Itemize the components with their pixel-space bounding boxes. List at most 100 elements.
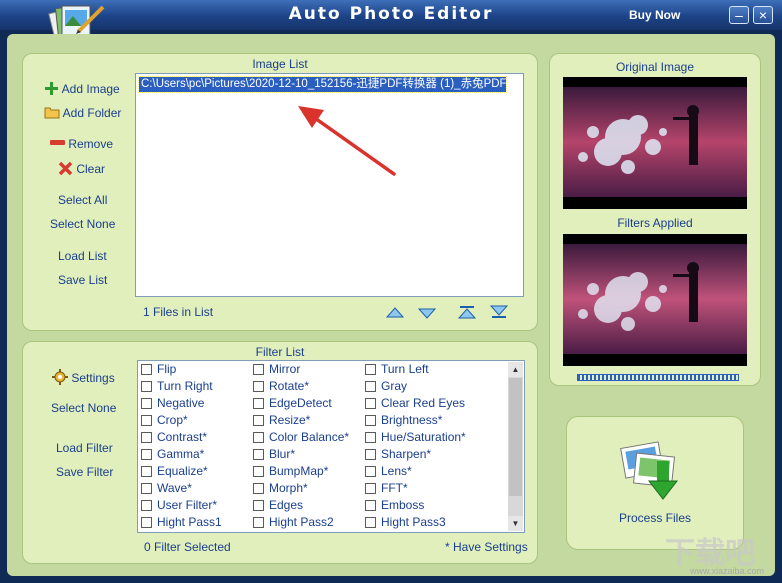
settings-label: Settings xyxy=(71,371,115,385)
checkbox[interactable] xyxy=(253,398,264,409)
filter-checkbox-item[interactable]: Wave* xyxy=(141,481,192,498)
save-filter-button[interactable]: Save Filter xyxy=(56,465,113,479)
checkbox[interactable] xyxy=(365,449,376,460)
checkbox[interactable] xyxy=(141,449,152,460)
scroll-up-icon[interactable]: ▲ xyxy=(508,362,523,377)
filter-checkbox-item[interactable]: Gray xyxy=(365,379,407,396)
checkbox[interactable] xyxy=(253,449,264,460)
checkbox[interactable] xyxy=(365,415,376,426)
checkbox[interactable] xyxy=(141,432,152,443)
filter-checkbox-item[interactable]: Equalize* xyxy=(141,464,208,481)
add-folder-button[interactable]: Add Folder xyxy=(44,105,121,120)
filter-scrollbar[interactable]: ▲ ▼ xyxy=(508,362,523,531)
move-down-icon[interactable] xyxy=(418,306,436,320)
select-all-button[interactable]: Select All xyxy=(58,193,107,207)
filter-checkbox-item[interactable]: Turn Left xyxy=(365,362,429,379)
checkbox[interactable] xyxy=(253,517,264,528)
scroll-thumb[interactable] xyxy=(509,378,522,496)
remove-button[interactable]: Remove xyxy=(50,137,113,151)
filter-checkbox-item[interactable]: Brightness* xyxy=(365,413,442,430)
filter-checkbox-item[interactable]: Lens* xyxy=(365,464,412,481)
filter-checkbox-item[interactable]: Clear Red Eyes xyxy=(365,396,465,413)
filter-select-none-button[interactable]: Select None xyxy=(51,401,116,415)
filter-label: Contrast* xyxy=(157,430,208,444)
checkbox[interactable] xyxy=(141,466,152,477)
checkbox[interactable] xyxy=(141,415,152,426)
filter-checkbox-item[interactable]: Resize* xyxy=(253,413,310,430)
checkbox[interactable] xyxy=(253,466,264,477)
checkbox[interactable] xyxy=(253,500,264,511)
filter-checkbox-item[interactable]: Mirror xyxy=(253,362,300,379)
minimize-button[interactable]: – xyxy=(729,6,749,24)
list-item[interactable]: C:\Users\pc\Pictures\2020-12-10_152156-迅… xyxy=(138,76,507,93)
filter-checkbox-item[interactable]: Edges xyxy=(253,498,303,515)
checkbox[interactable] xyxy=(141,500,152,511)
filter-checkbox-item[interactable]: Turn Right xyxy=(141,379,213,396)
settings-button[interactable]: Settings xyxy=(52,369,115,385)
checkbox[interactable] xyxy=(253,364,264,375)
filter-checkbox-item[interactable]: BumpMap* xyxy=(253,464,328,481)
filter-checkbox-item[interactable]: Hight Pass3 xyxy=(365,515,446,532)
checkbox[interactable] xyxy=(141,483,152,494)
checkbox[interactable] xyxy=(253,432,264,443)
checkbox[interactable] xyxy=(365,398,376,409)
filter-checkbox-item[interactable]: Rotate* xyxy=(253,379,309,396)
checkbox[interactable] xyxy=(365,364,376,375)
checkbox[interactable] xyxy=(365,466,376,477)
load-list-button[interactable]: Load List xyxy=(58,249,107,263)
filter-checkbox-item[interactable]: Color Balance* xyxy=(253,430,349,447)
clear-button[interactable]: Clear xyxy=(58,161,105,176)
filter-list-title: Filter List xyxy=(255,345,305,359)
checkbox[interactable] xyxy=(253,381,264,392)
filter-label: BumpMap* xyxy=(269,464,329,478)
filter-label: Blur* xyxy=(269,447,296,461)
filter-label: Clear Red Eyes xyxy=(381,396,466,410)
buy-now-link[interactable]: Buy Now xyxy=(629,8,680,22)
remove-label: Remove xyxy=(68,137,114,151)
filter-label: Hight Pass2 xyxy=(269,515,334,529)
move-top-icon[interactable] xyxy=(458,305,476,319)
minus-icon xyxy=(50,140,65,145)
filter-checkbox-item[interactable]: Hue/Saturation* xyxy=(365,430,466,447)
save-list-button[interactable]: Save List xyxy=(58,273,107,287)
checkbox[interactable] xyxy=(141,364,152,375)
filter-checkbox-item[interactable]: Hight Pass2 xyxy=(253,515,334,532)
checkbox[interactable] xyxy=(253,415,264,426)
select-none-button[interactable]: Select None xyxy=(50,217,115,231)
scroll-down-icon[interactable]: ▼ xyxy=(508,516,523,531)
filter-checkbox-item[interactable]: EdgeDetect xyxy=(253,396,332,413)
move-up-icon[interactable] xyxy=(386,306,404,320)
x-mark-icon xyxy=(58,161,73,176)
add-image-button[interactable]: Add Image xyxy=(44,81,120,96)
close-button[interactable]: × xyxy=(753,6,773,24)
checkbox[interactable] xyxy=(141,517,152,528)
filter-checkbox-item[interactable]: Contrast* xyxy=(141,430,207,447)
checkbox[interactable] xyxy=(365,517,376,528)
filter-checkbox-item[interactable]: Crop* xyxy=(141,413,188,430)
add-folder-label: Add Folder xyxy=(62,106,122,120)
filter-checkbox-item[interactable]: User Filter* xyxy=(141,498,217,515)
filter-checkbox-item[interactable]: Sharpen* xyxy=(365,447,431,464)
checkbox[interactable] xyxy=(365,432,376,443)
original-image-label: Original Image xyxy=(615,60,695,74)
filter-listbox: Flip Turn Right Negative Crop* Contrast* Gamm… xyxy=(137,360,525,533)
filter-checkbox-item[interactable]: Hight Pass1 xyxy=(141,515,222,532)
checkbox[interactable] xyxy=(141,398,152,409)
checkbox[interactable] xyxy=(365,483,376,494)
move-bottom-icon[interactable] xyxy=(490,305,508,319)
filter-checkbox-item[interactable]: Flip xyxy=(141,362,176,379)
filter-checkbox-item[interactable]: Negative xyxy=(141,396,204,413)
filter-checkbox-item[interactable]: Gamma* xyxy=(141,447,204,464)
filter-checkbox-item[interactable]: Emboss xyxy=(365,498,424,515)
checkbox[interactable] xyxy=(141,381,152,392)
filter-checkbox-item[interactable]: FFT* xyxy=(365,481,408,498)
checkbox[interactable] xyxy=(365,381,376,392)
folder-icon xyxy=(44,107,60,119)
filter-label: Hight Pass1 xyxy=(157,515,222,529)
filter-checkbox-item[interactable]: Morph* xyxy=(253,481,308,498)
title-bar: Auto Photo Editor Buy Now – × xyxy=(0,0,782,44)
load-filter-button[interactable]: Load Filter xyxy=(56,441,113,455)
checkbox[interactable] xyxy=(253,483,264,494)
checkbox[interactable] xyxy=(365,500,376,511)
filter-checkbox-item[interactable]: Blur* xyxy=(253,447,295,464)
